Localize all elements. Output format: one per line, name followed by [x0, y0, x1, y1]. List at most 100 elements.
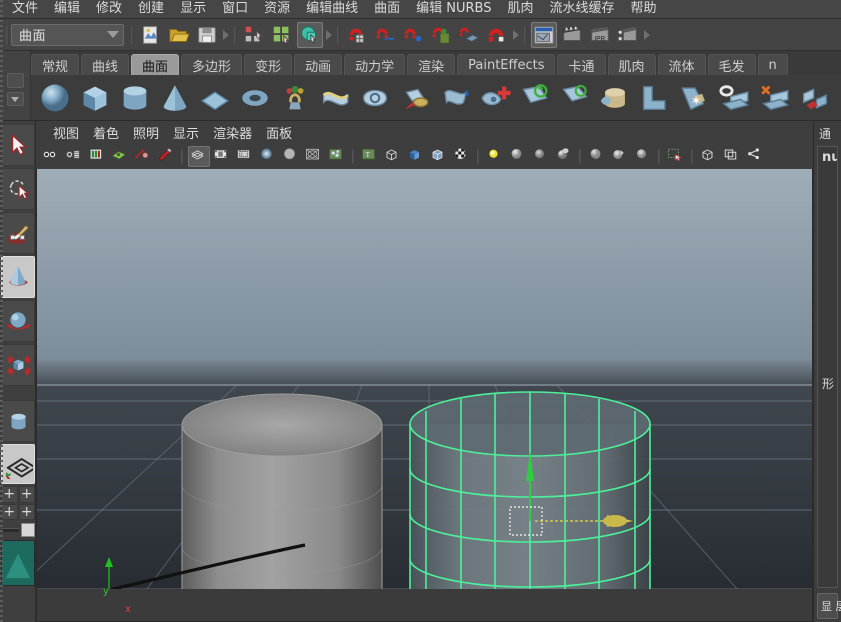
shelf-tab-dynamics[interactable]: 动力学: [344, 54, 406, 75]
shelf-options-menu-button[interactable]: [6, 92, 24, 106]
vp-default-material-button[interactable]: [586, 146, 608, 167]
vp-menu-panels[interactable]: 面板: [259, 122, 299, 143]
vp-smooth-shade-all-button[interactable]: [382, 146, 404, 167]
menu-edit-curves[interactable]: 编辑曲线: [298, 0, 366, 18]
open-scene-button[interactable]: [166, 22, 192, 48]
menu-surfaces[interactable]: 曲面: [366, 0, 408, 18]
viewport-toolbar-separator[interactable]: [576, 149, 585, 164]
vp-safe-action-button[interactable]: [303, 146, 325, 167]
shelf-tab-deform[interactable]: 变形: [244, 54, 293, 75]
shelf-freeform-fillet[interactable]: ✶: [675, 78, 715, 118]
snap-grid-button[interactable]: [344, 22, 370, 48]
snap-point-button[interactable]: [400, 22, 426, 48]
vp-share-button[interactable]: [744, 146, 766, 167]
menu-modify[interactable]: 修改: [88, 0, 130, 18]
shelf-tab-painteffects[interactable]: PaintEffects: [457, 54, 556, 75]
menu-file[interactable]: 文件: [4, 0, 46, 18]
viewport-toolbar-separator[interactable]: [688, 149, 697, 164]
shelf-trim[interactable]: [795, 78, 835, 118]
vp-iso-copy-button[interactable]: [721, 146, 743, 167]
shelf-square[interactable]: [515, 78, 555, 118]
shelf-tab-muscle[interactable]: 肌肉: [607, 54, 656, 75]
tool-layout-persp-outliner[interactable]: +: [18, 486, 35, 503]
vp-wireframe-button[interactable]: T: [359, 146, 381, 167]
vp-camera-attributes-button[interactable]: [63, 146, 85, 167]
toolbar-separator[interactable]: [128, 22, 137, 48]
shelf-tab-polygons[interactable]: 多边形: [181, 54, 243, 75]
vp-resolution-gate-button[interactable]: I: [234, 146, 256, 167]
tool-layout-quad[interactable]: +: [18, 503, 35, 520]
shelf-bevel[interactable]: [555, 78, 595, 118]
toolbar-collapse-arrow[interactable]: [324, 30, 334, 40]
vp-grease-pencil-button[interactable]: [155, 146, 177, 167]
tool-lasso[interactable]: [1, 168, 35, 210]
color-slider-track[interactable]: [1, 528, 19, 532]
toolbar-collapse-arrow[interactable]: [511, 30, 521, 40]
shelf-fillet-blend[interactable]: [715, 78, 755, 118]
shelf-tab-menu-button[interactable]: [6, 73, 24, 88]
shelf-tab-toon[interactable]: 卡通: [557, 54, 606, 75]
menu-window[interactable]: 窗口: [214, 0, 256, 18]
menu-display[interactable]: 显示: [172, 0, 214, 18]
render-current-button[interactable]: [531, 21, 557, 48]
tool-last-used[interactable]: [1, 400, 35, 442]
vp-select-camera-button[interactable]: [40, 146, 62, 167]
attribute-tab-nurbs[interactable]: nu: [818, 147, 837, 165]
menu-assets[interactable]: 资源: [256, 0, 298, 18]
vp-menu-renderer[interactable]: 渲染器: [206, 122, 259, 143]
vp-gate-mask-button[interactable]: [257, 146, 279, 167]
vp-occlusion-button[interactable]: [530, 146, 552, 167]
shelf-tab-surfaces[interactable]: 曲面: [131, 54, 180, 75]
render-sequence-button[interactable]: [559, 22, 585, 48]
vp-texture-button[interactable]: [451, 146, 473, 167]
vp-xray-button[interactable]: [188, 145, 210, 167]
perspective-viewport[interactable]: y x: [36, 169, 813, 622]
viewport-toolbar-separator[interactable]: [474, 149, 483, 164]
vp-hi-quality-button[interactable]: [553, 146, 575, 167]
vp-image-plane-button[interactable]: [109, 146, 131, 167]
tool-thumbnail[interactable]: [1, 540, 35, 586]
shelf-intersect[interactable]: [755, 78, 795, 118]
shelf-tab-rendering[interactable]: 渲染: [407, 54, 456, 75]
menu-muscle[interactable]: 肌肉: [500, 0, 542, 18]
shelf-tab-curves[interactable]: 曲线: [81, 54, 130, 75]
shelf-extrude[interactable]: [395, 78, 435, 118]
menu-create[interactable]: 创建: [130, 0, 172, 18]
tool-color-slider[interactable]: [1, 522, 35, 538]
viewport-toolbar-separator[interactable]: [349, 149, 358, 164]
vp-menu-show[interactable]: 显示: [166, 122, 206, 143]
shelf-tab-fluids[interactable]: 流体: [657, 54, 706, 75]
shelf-bevel-plus[interactable]: [595, 78, 635, 118]
vp-isolate-select-button[interactable]: [665, 146, 687, 167]
shelf-birail[interactable]: [435, 78, 475, 118]
tool-paint-select[interactable]: [1, 212, 35, 254]
vp-menu-view[interactable]: 视图: [46, 122, 86, 143]
shelf-nurbs-cone[interactable]: [155, 78, 195, 118]
tool-layout-four[interactable]: +: [1, 486, 18, 503]
shelf-tab-animation[interactable]: 动画: [294, 54, 343, 75]
shelf-nurbs-torus[interactable]: [235, 78, 275, 118]
menu-edit[interactable]: 编辑: [46, 0, 88, 18]
shelf-nurbs-cylinder[interactable]: [115, 78, 155, 118]
menu-pipeline-cache[interactable]: 流水线缓存: [542, 0, 623, 18]
vp-wireframe-on-shaded-button[interactable]: [428, 146, 450, 167]
shelf-nurbs-sphere[interactable]: [35, 78, 75, 118]
snap-view-plane-button[interactable]: [456, 22, 482, 48]
shelf-nurbs-cube[interactable]: [75, 78, 115, 118]
vp-twopoint-button[interactable]: [132, 146, 154, 167]
menu-edit-nurbs[interactable]: 编辑 NURBS: [408, 0, 499, 18]
toolbar-separator[interactable]: [231, 22, 240, 48]
save-scene-button[interactable]: [194, 22, 220, 48]
snap-curve-button[interactable]: [372, 22, 398, 48]
vp-field-chart-button[interactable]: [280, 146, 302, 167]
tool-select[interactable]: [1, 124, 35, 166]
toolbar-collapse-arrow[interactable]: [642, 30, 652, 40]
select-hierarchy-button[interactable]: [241, 22, 267, 48]
vp-xray-active-button[interactable]: [632, 146, 654, 167]
vp-safe-title-button[interactable]: [326, 146, 348, 167]
viewport-toolbar-separator[interactable]: [655, 149, 664, 164]
viewport-toolbar-separator[interactable]: [178, 149, 187, 164]
tool-move[interactable]: [1, 256, 35, 298]
select-component-button[interactable]: [297, 21, 323, 48]
snap-live-button[interactable]: [484, 22, 510, 48]
